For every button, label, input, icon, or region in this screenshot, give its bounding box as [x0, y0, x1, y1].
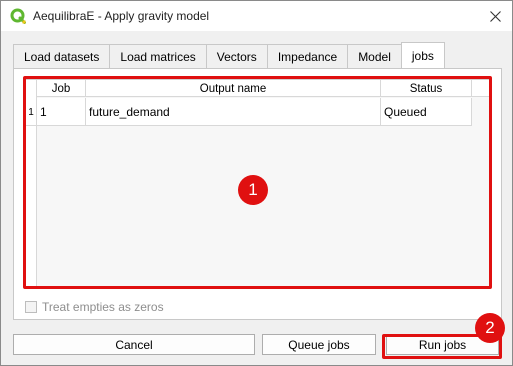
- cell-job[interactable]: 1: [37, 98, 86, 126]
- checkbox-label: Treat empties as zeros: [42, 300, 164, 314]
- column-header-job[interactable]: Job: [37, 80, 86, 97]
- tab-jobs[interactable]: jobs: [400, 42, 445, 68]
- title-bar: AequilibraE - Apply gravity model: [1, 1, 512, 31]
- table-header: Job Output name Status: [26, 80, 490, 97]
- tab-impedance[interactable]: Impedance: [266, 44, 349, 68]
- row-header[interactable]: 1: [26, 98, 37, 126]
- window-title: AequilibraE - Apply gravity model: [33, 9, 210, 23]
- cell-output-name[interactable]: future_demand: [86, 98, 381, 126]
- column-header-output-name[interactable]: Output name: [86, 80, 381, 97]
- checkbox-box[interactable]: [25, 301, 37, 313]
- tab-model[interactable]: Model: [347, 44, 402, 68]
- tab-bar: Load datasets Load matrices Vectors Impe…: [13, 42, 445, 68]
- tab-load-matrices[interactable]: Load matrices: [109, 44, 207, 68]
- annotation-badge-1: 1: [238, 175, 268, 205]
- table-corner-button[interactable]: [26, 80, 37, 97]
- table-row[interactable]: 1 1 future_demand Queued: [26, 98, 472, 126]
- treat-empties-checkbox[interactable]: Treat empties as zeros: [25, 300, 164, 314]
- cell-status[interactable]: Queued: [381, 98, 472, 126]
- dialog-window: AequilibraE - Apply gravity model Load d…: [0, 0, 513, 366]
- close-button[interactable]: [484, 5, 506, 27]
- qgis-icon: [10, 8, 26, 24]
- tab-vectors[interactable]: Vectors: [205, 44, 268, 68]
- annotation-badge-2: 2: [475, 313, 505, 343]
- queue-jobs-button[interactable]: Queue jobs: [262, 334, 376, 355]
- cancel-button[interactable]: Cancel: [13, 334, 255, 355]
- tab-load-datasets[interactable]: Load datasets: [13, 44, 111, 68]
- column-header-status[interactable]: Status: [381, 80, 472, 97]
- close-icon: [489, 10, 501, 22]
